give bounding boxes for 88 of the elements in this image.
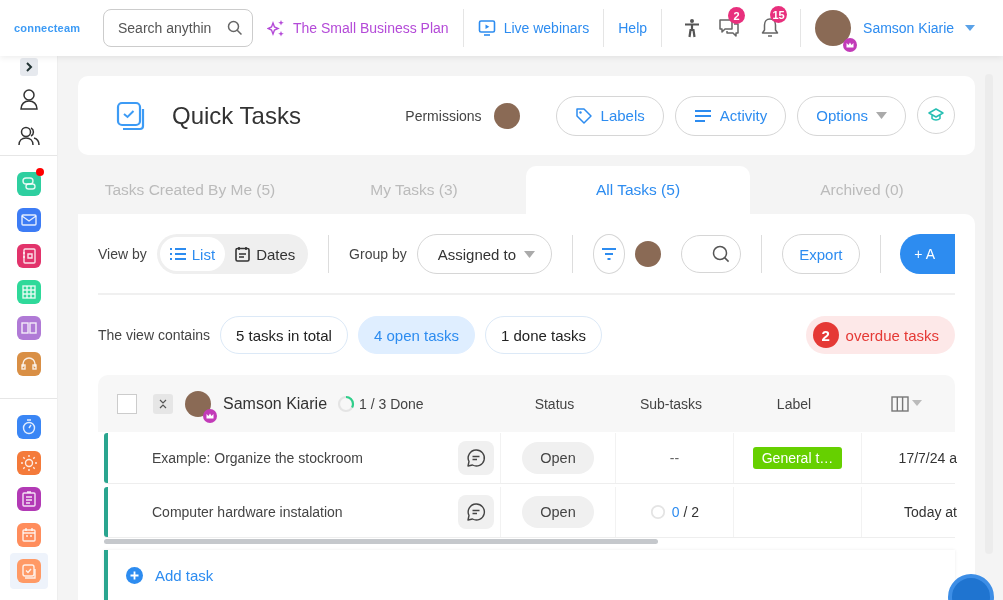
webinars-link[interactable]: Live webinars — [463, 19, 604, 37]
comment-button[interactable] — [458, 441, 494, 475]
bell-icon[interactable] — [760, 17, 781, 39]
due-date: Today at — [904, 504, 957, 520]
task-name: Example: Organize the stockroom — [152, 450, 363, 466]
crown-badge-icon — [203, 408, 217, 423]
select-checkbox[interactable] — [117, 393, 137, 414]
academy-button[interactable] — [917, 95, 955, 134]
graduation-cap-icon — [928, 107, 944, 122]
users-icon[interactable] — [17, 125, 40, 147]
page-title: Quick Tasks — [172, 101, 302, 130]
chat-icon[interactable] — [718, 18, 741, 38]
column-header: Sub-tasks — [638, 395, 704, 412]
caret-icon — [524, 250, 536, 258]
due-date: 17/7/24 a — [898, 450, 957, 466]
overdue-label: overdue tasks — [845, 326, 939, 344]
progress-ring — [649, 504, 666, 520]
filter-icon — [601, 248, 618, 260]
accessibility-icon[interactable] — [684, 18, 701, 38]
assignee-avatar — [185, 390, 211, 417]
list-icon — [169, 248, 186, 260]
labels-button[interactable]: Labels — [555, 95, 664, 136]
search-icon — [712, 245, 731, 263]
caret-icon[interactable] — [964, 24, 977, 32]
notification-count: 15 — [770, 6, 788, 23]
progress-ring — [337, 394, 356, 413]
logo[interactable]: connecteam — [14, 22, 103, 34]
tab[interactable]: All Tasks (5) — [526, 166, 750, 214]
task-count-chip[interactable]: 1 done tasks — [485, 316, 603, 354]
search-field[interactable]: Search anythin — [103, 9, 253, 47]
view-by-label: View by — [98, 246, 147, 262]
add-button[interactable]: + A — [900, 234, 955, 274]
column-header: Label — [775, 395, 813, 412]
comment-icon — [466, 448, 486, 468]
assignee-avatar[interactable] — [635, 241, 662, 267]
subtasks-empty: -- — [669, 450, 680, 466]
sparkle-icon — [267, 19, 285, 37]
caret-icon — [876, 112, 887, 119]
view-summary-label: The view contains — [98, 327, 211, 343]
comment-button[interactable] — [458, 495, 494, 529]
search-icon — [227, 20, 243, 36]
dates-view-button[interactable]: Dates — [225, 237, 306, 271]
status-pill[interactable]: Open — [522, 442, 594, 474]
lines-icon — [693, 108, 712, 123]
permission-avatar[interactable] — [493, 102, 520, 129]
columns-icon[interactable] — [890, 395, 923, 412]
comment-icon — [466, 502, 486, 522]
group-by-label: Group by — [349, 246, 407, 262]
overdue-count: 2 — [812, 322, 839, 348]
options-button[interactable]: Options — [797, 95, 906, 136]
crown-badge-icon — [843, 38, 858, 52]
task-name: Computer hardware instalation — [152, 504, 343, 520]
group-by-dropdown[interactable]: Assigned to — [416, 234, 553, 274]
horizontal-scrollbar[interactable] — [104, 539, 658, 544]
user-name[interactable]: Samson Kiarie — [863, 20, 955, 36]
calendar-icon — [235, 246, 251, 262]
activity-button[interactable]: Activity — [674, 95, 787, 136]
label-tag[interactable]: General t… — [752, 447, 843, 469]
user-icon[interactable] — [18, 88, 39, 110]
collapse-icon — [159, 398, 167, 409]
overdue-chip[interactable]: 2 overdue tasks — [805, 316, 955, 354]
notification-count: 2 — [728, 7, 746, 24]
plus-circle-icon — [126, 566, 143, 584]
task-row[interactable]: Example: Organize the stockroom Open -- General t… 17/7/24 a — [104, 433, 955, 483]
task-row[interactable]: Computer hardware instalation Open 0 / 2 Today at — [104, 487, 955, 537]
tag-icon — [574, 106, 593, 125]
tab[interactable]: Archived (0) — [750, 166, 974, 214]
status-pill[interactable]: Open — [522, 496, 594, 528]
permissions-label[interactable]: Permissions — [405, 107, 482, 124]
collapse-button[interactable] — [153, 393, 173, 414]
assignee-name: Samson Kiarie — [223, 394, 328, 413]
subtasks-count: 0 / 2 — [671, 504, 700, 520]
list-view-button[interactable]: List — [159, 237, 226, 271]
user-avatar[interactable] — [815, 10, 852, 46]
progress-text: 1 / 3 Done — [359, 395, 424, 412]
task-count-chip[interactable]: 4 open tasks — [357, 316, 475, 354]
help-link[interactable]: Help — [604, 20, 662, 36]
filter-button[interactable] — [592, 234, 626, 274]
add-task-button[interactable]: Add task — [126, 566, 214, 584]
column-header: Status — [533, 395, 576, 412]
tab[interactable]: My Tasks (3) — [302, 166, 526, 214]
task-search-field[interactable] — [681, 235, 742, 273]
tasks-checkbox-icon — [116, 100, 146, 131]
export-button[interactable]: Export — [782, 234, 860, 274]
plan-link[interactable]: The Small Business Plan — [253, 19, 463, 37]
monitor-play-icon — [477, 19, 496, 37]
expand-chevron-icon[interactable] — [19, 58, 38, 76]
task-count-chip[interactable]: 5 tasks in total — [220, 316, 348, 354]
